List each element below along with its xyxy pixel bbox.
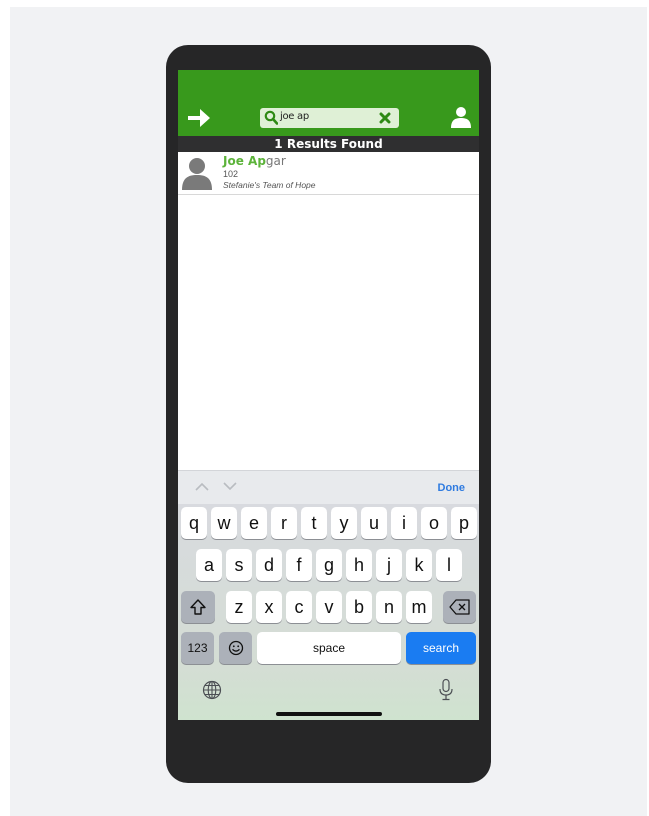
chevron-up-icon[interactable] [194,480,210,492]
numbers-key[interactable]: 123 [181,632,214,664]
ios-keyboard: q w e r t y u i o p a s d f g h j k l z … [178,504,479,720]
key-j[interactable]: j [376,549,402,581]
key-g[interactable]: g [316,549,342,581]
key-e[interactable]: e [241,507,267,539]
name-remainder: gar [265,154,286,168]
emoji-key[interactable] [219,632,252,664]
key-f[interactable]: f [286,549,312,581]
key-p[interactable]: p [451,507,477,539]
participant-name: Joe Apgar [223,154,286,168]
key-u[interactable]: u [361,507,387,539]
search-query[interactable]: joe ap [280,111,309,122]
list-item[interactable]: Joe Apgar 102 Stefanie's Team of Hope [178,152,479,195]
key-i[interactable]: i [391,507,417,539]
search-icon [264,110,278,125]
key-l[interactable]: l [436,549,462,581]
key-z[interactable]: z [226,591,252,623]
key-a[interactable]: a [196,549,222,581]
participant-team: Stefanie's Team of Hope [223,180,316,190]
shift-key[interactable] [181,591,215,623]
home-indicator[interactable] [276,712,382,716]
search-key[interactable]: search [406,632,476,664]
key-w[interactable]: w [211,507,237,539]
key-o[interactable]: o [421,507,447,539]
app-header: joe ap [178,70,479,136]
delete-key[interactable] [443,591,476,623]
shift-icon [190,599,206,615]
chevron-down-icon[interactable] [222,480,238,492]
key-m[interactable]: m [406,591,432,623]
keyboard-accessory-bar: Done [178,470,479,504]
key-r[interactable]: r [271,507,297,539]
key-q[interactable]: q [181,507,207,539]
participant-bib: 102 [223,169,239,179]
clear-icon[interactable] [378,111,392,125]
key-c[interactable]: c [286,591,312,623]
key-v[interactable]: v [316,591,342,623]
key-h[interactable]: h [346,549,372,581]
key-t[interactable]: t [301,507,327,539]
key-b[interactable]: b [346,591,372,623]
emoji-icon [228,640,244,656]
avatar-icon [182,158,212,190]
key-s[interactable]: s [226,549,252,581]
backspace-icon [449,599,470,615]
key-n[interactable]: n [376,591,402,623]
globe-icon[interactable] [202,680,222,700]
user-icon[interactable] [450,106,472,128]
key-d[interactable]: d [256,549,282,581]
arrow-right-icon[interactable] [186,106,212,130]
key-x[interactable]: x [256,591,282,623]
app-screen: joe ap 1 Results Found Joe Apgar 102 Ste… [178,70,479,720]
key-k[interactable]: k [406,549,432,581]
microphone-icon[interactable] [438,678,454,702]
results-count: 1 Results Found [178,136,479,152]
search-input[interactable]: joe ap [260,108,399,128]
space-key[interactable]: space [257,632,401,664]
key-y[interactable]: y [331,507,357,539]
name-match-highlight: Joe Ap [223,154,266,168]
done-button[interactable]: Done [438,482,466,494]
